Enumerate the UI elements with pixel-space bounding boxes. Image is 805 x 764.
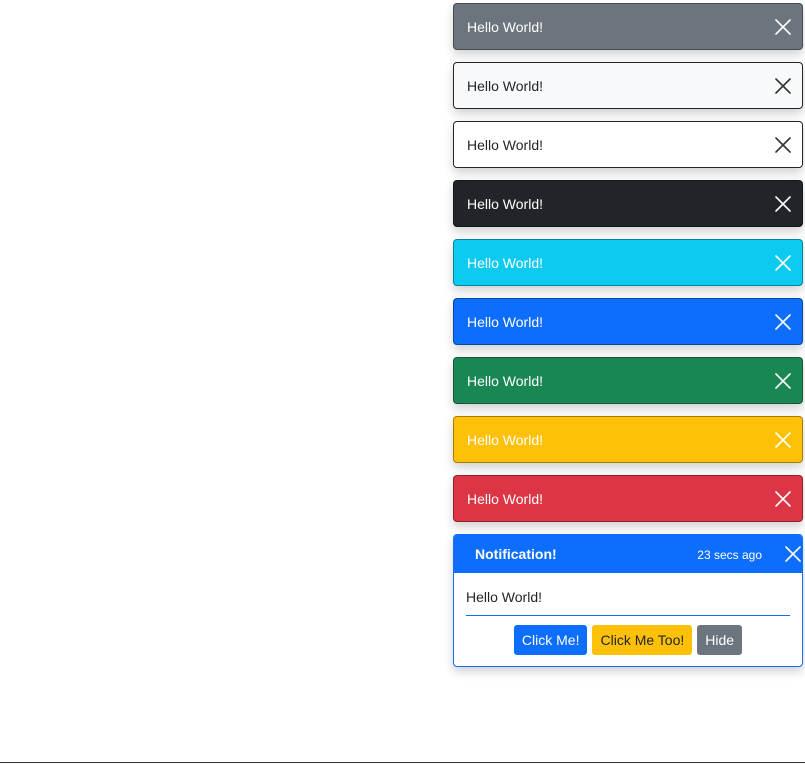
close-icon[interactable] [774,254,792,272]
close-icon[interactable] [774,313,792,331]
toast-message: Hello World! [467,136,543,153]
notification-timestamp: 23 secs ago [697,548,762,562]
toast-dark: Hello World! [453,180,803,227]
toast-message: Hello World! [467,372,543,389]
close-icon[interactable] [774,77,792,95]
notification-body: Hello World! Click Me! Click Me Too! Hid… [454,573,802,655]
toast-message: Hello World! [467,254,543,271]
toast-info: Hello World! [453,239,803,286]
close-icon[interactable] [784,545,802,563]
close-icon[interactable] [774,372,792,390]
close-icon[interactable] [774,431,792,449]
bottom-divider [0,762,805,763]
toast-warning: Hello World! [453,416,803,463]
toast-message: Hello World! [467,195,543,212]
toast-message: Hello World! [467,490,543,507]
notification-header: Notification! 23 secs ago [454,535,802,573]
close-icon[interactable] [774,18,792,36]
notification-message: Hello World! [466,589,790,616]
toast-message: Hello World! [467,313,543,330]
notification-actions: Click Me! Click Me Too! Hide [466,625,790,655]
click-me-button[interactable]: Click Me! [513,625,588,655]
toast-white: Hello World! [453,121,803,168]
toast-stack: Hello World! Hello World! Hello World! H… [453,3,803,534]
close-icon[interactable] [774,195,792,213]
notification-toast: Notification! 23 secs ago Hello World! C… [453,534,803,667]
close-icon[interactable] [774,490,792,508]
toast-message: Hello World! [467,18,543,35]
click-me-too-button[interactable]: Click Me Too! [592,625,693,655]
toast-primary: Hello World! [453,298,803,345]
close-icon[interactable] [774,136,792,154]
toast-secondary: Hello World! [453,3,803,50]
toast-message: Hello World! [467,77,543,94]
toast-success: Hello World! [453,357,803,404]
toast-danger: Hello World! [453,475,803,522]
toast-message: Hello World! [467,431,543,448]
toast-light: Hello World! [453,62,803,109]
hide-button[interactable]: Hide [697,625,743,655]
